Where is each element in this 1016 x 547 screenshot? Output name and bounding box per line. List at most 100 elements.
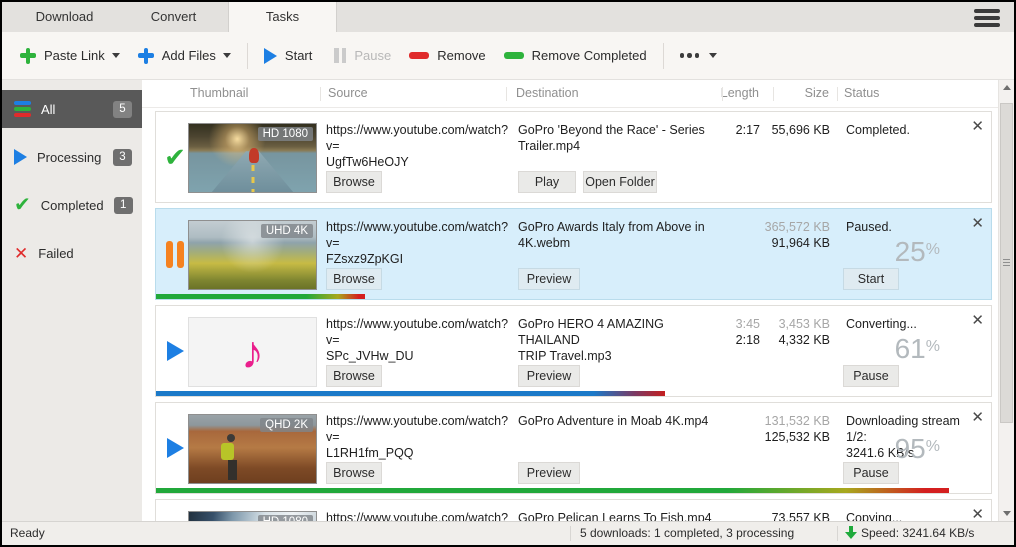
source-url: https://www.youtube.com/watch?v= nvI0zmQ… [326, 510, 514, 521]
pause-icon [334, 48, 346, 63]
scrollbar-grip-icon [1003, 259, 1010, 268]
remove-dash-icon [409, 52, 429, 59]
length-value: 2:18 [736, 333, 760, 347]
start-button[interactable]: Start [264, 48, 312, 64]
pause-button[interactable]: Pause [334, 48, 391, 63]
task-row-3[interactable]: ♪ https://www.youtube.com/watch?v= SPc_J… [155, 305, 992, 397]
col-thumbnail: Thumbnail [190, 86, 248, 100]
remove-completed-dash-icon [504, 52, 524, 59]
status-bar: Ready 5 downloads: 1 completed, 3 proces… [2, 521, 1014, 545]
sidebar: All 5 Processing 3 ✔ Completed 1 ✕ Faile… [2, 80, 142, 521]
scroll-up-icon[interactable] [999, 80, 1014, 95]
start-label: Start [285, 48, 312, 63]
preview-button[interactable]: Preview [518, 462, 580, 484]
close-icon[interactable]: ✕ [971, 408, 984, 426]
completed-check-icon: ✔ [162, 112, 188, 202]
more-options-button[interactable] [680, 53, 718, 58]
tab-tasks[interactable]: Tasks [228, 2, 337, 32]
app-window: Download Convert Tasks Paste Link Add Fi… [0, 0, 1016, 547]
sidebar-item-failed[interactable]: ✕ Failed [2, 234, 142, 272]
add-files-dropdown-icon[interactable] [223, 53, 231, 58]
count-badge: 1 [114, 197, 133, 214]
browse-button[interactable]: Browse [326, 365, 382, 387]
pause-button[interactable]: Pause [843, 365, 899, 387]
quality-badge: QHD 2K [260, 418, 313, 432]
close-icon[interactable]: ✕ [971, 214, 984, 232]
start-button[interactable]: Start [843, 268, 899, 290]
status-downloads-summary: 5 downloads: 1 completed, 3 processing [580, 526, 794, 540]
length-value: 2:17 [690, 122, 760, 138]
col-destination: Destination [516, 86, 579, 100]
download-arrow-icon [845, 526, 857, 539]
task-row-4[interactable]: QHD 2K https://www.youtube.com/watch?v= … [155, 402, 992, 494]
remove-button[interactable]: Remove [409, 48, 485, 63]
size-total: 3,453 KB [779, 317, 830, 331]
tab-convert[interactable]: Convert [119, 2, 228, 32]
task-row-5[interactable]: HD 1080 https://www.youtube.com/watch?v=… [155, 499, 992, 521]
preview-button[interactable]: Preview [518, 268, 580, 290]
browse-button[interactable]: Browse [326, 171, 382, 193]
size-total: 131,532 KB [765, 414, 830, 428]
sidebar-item-processing[interactable]: Processing 3 [2, 138, 142, 176]
pause-button[interactable]: Pause [843, 462, 899, 484]
add-files-button[interactable]: Add Files [138, 48, 216, 64]
status-ready: Ready [10, 526, 45, 540]
destination-file: GoPro Adventure in Moab 4K.mp4 [518, 413, 723, 429]
close-icon[interactable]: ✕ [971, 117, 984, 135]
sidebar-item-label: All [41, 102, 55, 117]
paste-link-button[interactable]: Paste Link [20, 48, 105, 64]
play-button[interactable]: Play [518, 171, 576, 193]
open-folder-button[interactable]: Open Folder [583, 171, 657, 193]
col-status: Status [844, 86, 879, 100]
status-speed: Speed: 3241.64 KB/s [861, 526, 974, 540]
progress-percent: 95% [790, 433, 940, 465]
hamburger-menu-icon[interactable] [974, 9, 1000, 30]
paste-link-label: Paste Link [44, 48, 105, 63]
paused-icon [162, 209, 188, 299]
music-note-icon: ♪ [241, 329, 264, 375]
check-icon: ✔ [14, 195, 31, 215]
tab-bar: Download Convert Tasks [2, 2, 1014, 32]
play-icon [264, 48, 277, 64]
browse-button[interactable]: Browse [326, 462, 382, 484]
tab-download[interactable]: Download [10, 2, 119, 32]
count-badge: 3 [113, 149, 132, 166]
length-total: 3:45 [736, 317, 760, 331]
ellipsis-icon [680, 53, 700, 58]
pause-label: Pause [354, 48, 391, 63]
destination-file: GoPro Pelican Learns To Fish.mp4 [518, 510, 723, 521]
close-icon[interactable]: ✕ [971, 505, 984, 521]
size-total: 365,572 KB [765, 220, 830, 234]
progress-bar [156, 294, 365, 299]
col-source: Source [328, 86, 368, 100]
sidebar-item-all[interactable]: All 5 [2, 90, 142, 128]
quality-badge: UHD 4K [261, 224, 313, 238]
scrollbar-thumb[interactable] [1000, 103, 1013, 423]
task-row-2[interactable]: UHD 4K https://www.youtube.com/watch?v= … [155, 208, 992, 300]
scroll-down-icon[interactable] [999, 506, 1014, 521]
browse-button[interactable]: Browse [326, 268, 382, 290]
cards-container: ✔ HD 1080 https://www.youtube.com/watch?… [155, 111, 992, 521]
processing-play-icon [162, 500, 188, 521]
close-icon[interactable]: ✕ [971, 311, 984, 329]
sidebar-item-completed[interactable]: ✔ Completed 1 [2, 186, 142, 224]
task-row-1[interactable]: ✔ HD 1080 https://www.youtube.com/watch?… [155, 111, 992, 203]
preview-button[interactable]: Preview [518, 365, 580, 387]
all-filter-icon [14, 101, 31, 117]
processing-play-icon [162, 403, 188, 493]
plus-icon [20, 48, 36, 64]
remove-completed-label: Remove Completed [532, 48, 647, 63]
toolbar-separator [247, 43, 248, 69]
vertical-scrollbar[interactable] [998, 80, 1014, 521]
destination-file: GoPro Awards Italy from Above in 4K.webm [518, 219, 723, 251]
remove-completed-button[interactable]: Remove Completed [504, 48, 647, 63]
col-length: Length [689, 86, 759, 100]
sidebar-item-label: Completed [41, 198, 104, 213]
x-icon: ✕ [14, 245, 28, 262]
paste-link-dropdown-icon[interactable] [112, 53, 120, 58]
progress-bar [156, 488, 949, 493]
plus-icon [138, 48, 154, 64]
processing-play-icon [162, 306, 188, 396]
play-icon [14, 149, 27, 165]
quality-badge: HD 1080 [258, 127, 313, 141]
